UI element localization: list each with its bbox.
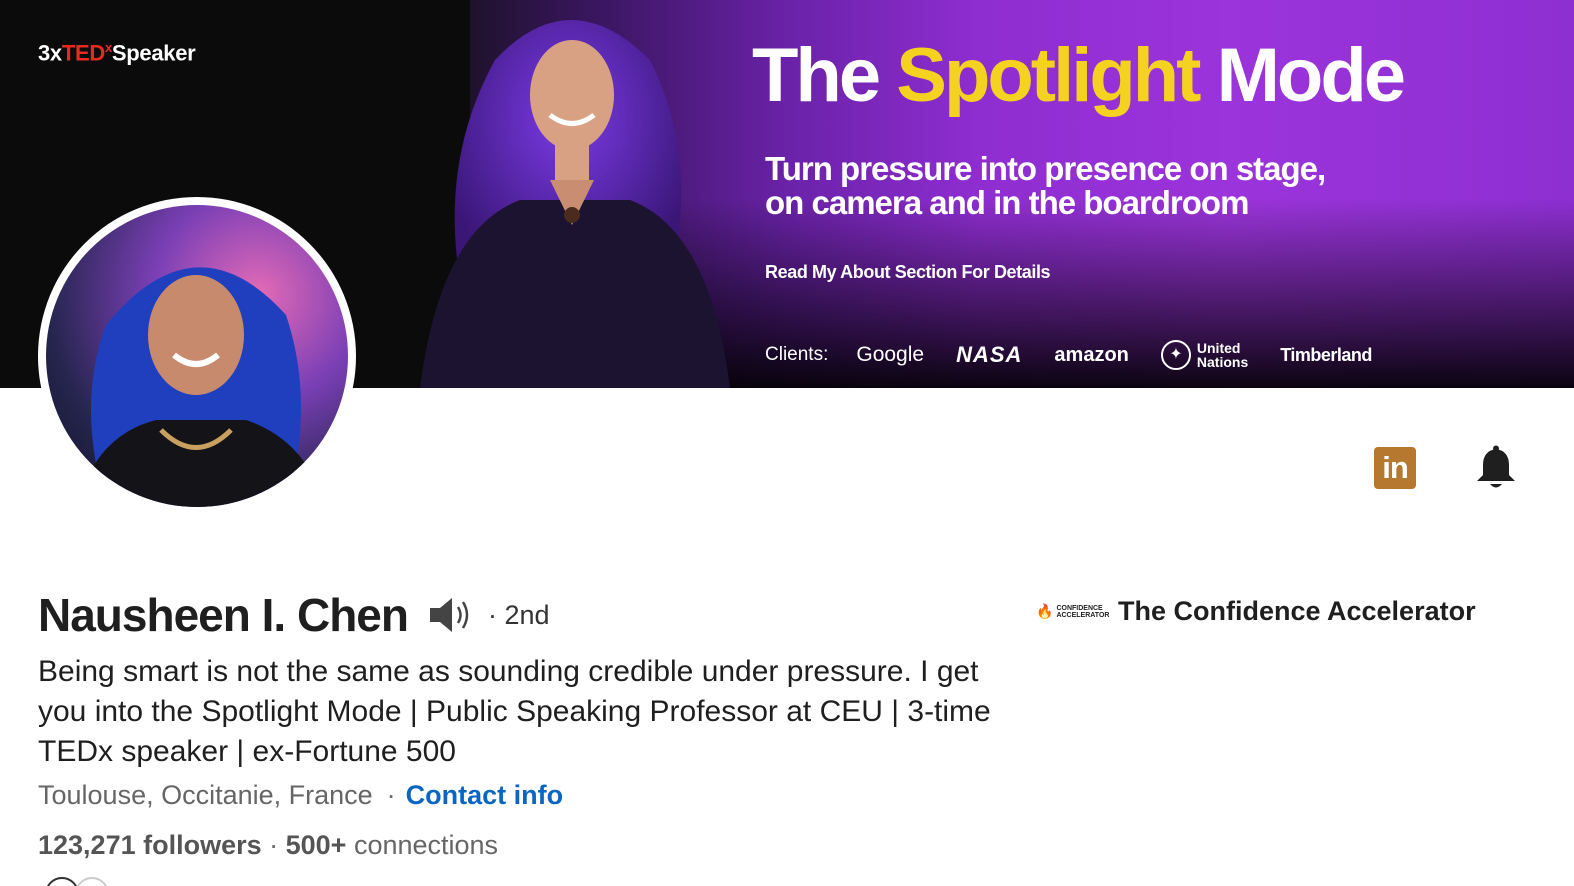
name-pronunciation-speaker-icon[interactable] <box>428 595 472 635</box>
mutual-connections-avatars[interactable] <box>44 876 124 886</box>
linkedin-icon-text: in <box>1382 450 1409 485</box>
linkedin-icon[interactable]: in <box>1374 447 1416 489</box>
bell-icon[interactable] <box>1474 445 1518 491</box>
connections-label: connections <box>346 830 499 860</box>
banner-subheadline: Turn pressure into presence on stage, on… <box>765 150 1326 221</box>
flame-icon: 🔥 <box>1036 603 1054 619</box>
profile-headline: Being smart is not the same as sounding … <box>38 655 991 768</box>
location-separator: · <box>386 780 396 810</box>
stats-separator: · <box>261 830 286 860</box>
name-row: Nausheen I. Chen · 2nd <box>38 588 550 642</box>
banner-headline: The Spotlight Mode <box>752 33 1406 118</box>
company-name: The Confidence Accelerator <box>1118 596 1476 626</box>
avatar-photo <box>46 205 348 507</box>
timberland-logo: Timberland <box>1280 344 1372 365</box>
un-globe-icon: ✦ <box>1160 340 1191 370</box>
company-logo: 🔥 CONFIDENCE ACCELERATOR <box>1036 603 1110 619</box>
followers-count[interactable]: 123,271 followers <box>38 830 262 860</box>
tedx-badge: 3xTEDxSpeaker <box>38 40 196 66</box>
contact-info-link[interactable]: Contact info <box>406 780 563 811</box>
nasa-logo: NASA <box>956 342 1023 367</box>
location-row: Toulouse, Occitanie, France · Contact in… <box>38 780 563 811</box>
clients-label: Clients: <box>765 344 829 365</box>
amazon-logo: amazon <box>1054 343 1129 366</box>
connections-count[interactable]: 500+ <box>286 830 347 860</box>
united-nations-logo: ✦ United Nations <box>1160 340 1248 370</box>
stats-row: 123,271 followers · 500+ connections <box>38 830 498 861</box>
profile-location: Toulouse, Occitanie, France <box>38 780 373 810</box>
profile-avatar[interactable] <box>38 197 356 515</box>
profile-name: Nausheen I. Chen <box>38 589 409 641</box>
banner-speaker-photo <box>420 20 730 388</box>
banner-read-more: Read My About Section For Details <box>765 262 1051 282</box>
banner-clients: Clients: Google NASA amazon ✦ United Nati… <box>765 340 1404 370</box>
current-company[interactable]: 🔥 CONFIDENCE ACCELERATOR The Confidence A… <box>1036 596 1476 627</box>
connection-degree: · 2nd <box>487 599 550 630</box>
google-logo: Google <box>856 343 925 366</box>
